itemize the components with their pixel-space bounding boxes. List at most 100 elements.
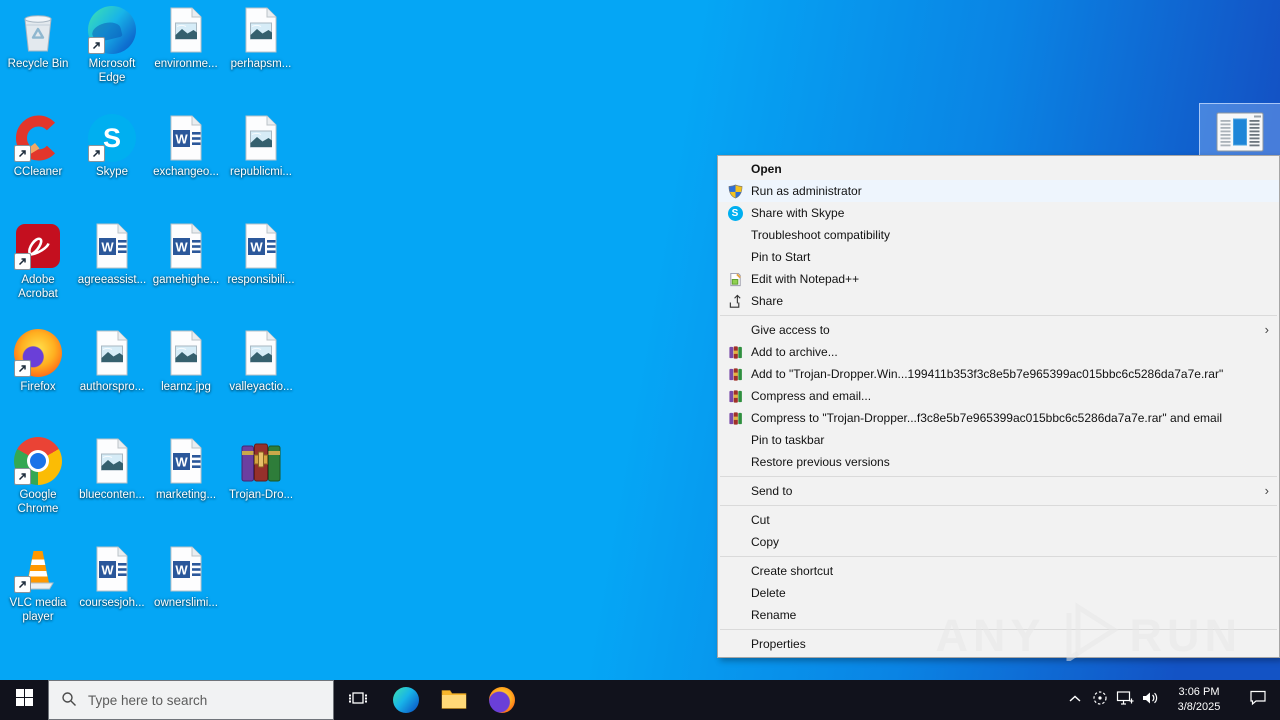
task-view-icon — [348, 689, 368, 712]
desktop-icon-blueconten[interactable]: blueconten... — [75, 437, 149, 502]
menu-item-run-as-administrator[interactable]: Run as administrator — [718, 180, 1279, 202]
menu-item-pin-to-taskbar[interactable]: Pin to taskbar — [718, 429, 1279, 451]
desktop-icon-learnz-jpg[interactable]: learnz.jpg — [149, 329, 223, 394]
svg-text:W: W — [175, 240, 188, 255]
search-input[interactable]: Type here to search — [48, 680, 334, 720]
menu-item-label: Troubleshoot compatibility — [751, 228, 890, 242]
desktop-icon-responsibili[interactable]: Wresponsibili... — [224, 222, 298, 287]
tray-volume[interactable] — [1137, 680, 1162, 720]
menu-item-share-with-skype[interactable]: S Share with Skype — [718, 202, 1279, 224]
tray-sandbox-agent[interactable] — [1087, 680, 1112, 720]
ccleaner-icon — [14, 114, 62, 162]
desktop-icon-google-chrome[interactable]: Google Chrome — [1, 437, 75, 517]
desktop-icon-label: VLC media player — [9, 597, 67, 624]
menu-separator — [720, 629, 1277, 630]
taskbar-button-firefox[interactable] — [478, 680, 526, 720]
desktop-icon-trojan-dro[interactable]: Trojan-Dro... — [224, 437, 298, 502]
taskbar-clock[interactable]: 3:06 PM 3/8/2025 — [1162, 685, 1236, 716]
menu-item-delete[interactable]: Delete — [718, 582, 1279, 604]
menu-item-add-to-archive[interactable]: Add to archive... — [718, 341, 1279, 363]
menu-item-label: Share — [751, 294, 784, 308]
desktop-icon-label: Skype — [96, 166, 128, 178]
menu-item-open[interactable]: Open — [718, 158, 1279, 180]
desktop-icon-agreeassist[interactable]: Wagreeassist... — [75, 222, 149, 287]
desktop-icon-skype[interactable]: S Skype — [75, 114, 149, 179]
taskbar-button-task-view[interactable] — [334, 680, 382, 720]
share-icon — [727, 293, 743, 309]
desktop-icon-environme[interactable]: environme... — [149, 6, 223, 71]
desktop-icon-vlc-media-player[interactable]: VLC media player — [1, 545, 75, 625]
desktop-icon-label: authorspro... — [79, 381, 145, 393]
shortcut-arrow-icon — [88, 145, 105, 162]
notepad-icon — [727, 271, 743, 287]
desktop-icon-adobe-acrobat[interactable]: Adobe Acrobat — [1, 222, 75, 302]
menu-item-label: Create shortcut — [751, 564, 834, 578]
taskbar-button-edge[interactable] — [382, 680, 430, 720]
shortcut-arrow-icon — [14, 576, 31, 593]
shortcut-arrow-icon — [14, 360, 31, 377]
menu-item-label: Delete — [751, 586, 786, 600]
svg-text:W: W — [250, 240, 263, 255]
desktop-icon-ownerslimi[interactable]: Wownerslimi... — [149, 545, 223, 610]
desktop-icon-label: Google Chrome — [17, 489, 59, 516]
desktop-icon-authorspro[interactable]: authorspro... — [75, 329, 149, 394]
winrar-icon — [727, 344, 743, 360]
desktop-icon-coursesjoh[interactable]: Wcoursesjoh... — [75, 545, 149, 610]
menu-item-edit-with-notepad[interactable]: Edit with Notepad++ — [718, 268, 1279, 290]
menu-item-troubleshoot-compatibility[interactable]: Troubleshoot compatibility — [718, 224, 1279, 246]
desktop-icon-label: perhapsm... — [230, 58, 292, 70]
image-file-icon — [88, 329, 136, 377]
menu-item-compress-to-trojan-dropper-f3c8e5b[interactable]: Compress to "Trojan-Dropper...f3c8e5b7e9… — [718, 407, 1279, 429]
desktop-icon-label: Recycle Bin — [7, 58, 69, 70]
word-doc-icon: W — [237, 222, 285, 270]
svg-text:W: W — [101, 240, 114, 255]
menu-item-label: Open — [751, 162, 782, 176]
menu-item-share[interactable]: Share — [718, 290, 1279, 312]
desktop-icon-perhapsm[interactable]: perhapsm... — [224, 6, 298, 71]
tray-network[interactable] — [1112, 680, 1137, 720]
sandbox-agent-icon — [1092, 690, 1108, 711]
menu-item-copy[interactable]: Copy — [718, 531, 1279, 553]
menu-item-label: Add to archive... — [751, 345, 838, 359]
desktop-icon-microsoft-edge[interactable]: Microsoft Edge — [75, 6, 149, 86]
menu-item-pin-to-start[interactable]: Pin to Start — [718, 246, 1279, 268]
menu-item-create-shortcut[interactable]: Create shortcut — [718, 560, 1279, 582]
menu-item-restore-previous-versions[interactable]: Restore previous versions — [718, 451, 1279, 473]
menu-item-cut[interactable]: Cut — [718, 509, 1279, 531]
desktop-icon-label: Microsoft Edge — [88, 58, 136, 85]
image-file-icon — [237, 6, 285, 54]
firefox-icon — [489, 687, 515, 713]
desktop-icon-label: republicmi... — [230, 166, 292, 178]
menu-item-add-to-trojan-dropper-win-199411b3[interactable]: Add to "Trojan-Dropper.Win...199411b353f… — [718, 363, 1279, 385]
desktop-icon-firefox[interactable]: Firefox — [1, 329, 75, 394]
menu-separator — [720, 476, 1277, 477]
shortcut-arrow-icon — [14, 468, 31, 485]
menu-item-rename[interactable]: Rename — [718, 604, 1279, 626]
desktop-icon-label: learnz.jpg — [161, 381, 211, 393]
desktop-icon-ccleaner[interactable]: CCleaner — [1, 114, 75, 179]
start-button[interactable] — [0, 680, 48, 720]
tray-icons — [1062, 680, 1162, 720]
edge-icon — [88, 6, 136, 54]
desktop-icon-gamehighe[interactable]: Wgamehighe... — [149, 222, 223, 287]
taskbar-buttons — [334, 680, 526, 720]
desktop-icon-recycle-bin[interactable]: Recycle Bin — [1, 6, 75, 71]
desktop-icon-exchangeo[interactable]: Wexchangeo... — [149, 114, 223, 179]
word-doc-icon: W — [162, 114, 210, 162]
menu-item-compress-and-email[interactable]: Compress and email... — [718, 385, 1279, 407]
chevron-right-icon: › — [1264, 483, 1269, 498]
menu-item-give-access-to[interactable]: Give access to › — [718, 319, 1279, 341]
svg-text:W: W — [175, 132, 188, 147]
action-center-button[interactable] — [1236, 680, 1280, 720]
clock-date: 3/8/2025 — [1177, 701, 1221, 713]
menu-item-properties[interactable]: Properties — [718, 633, 1279, 655]
taskbar-button-file-explorer[interactable] — [430, 680, 478, 720]
menu-item-send-to[interactable]: Send to › — [718, 480, 1279, 502]
chrome-icon — [14, 437, 62, 485]
desktop-icon-valleyactio[interactable]: valleyactio... — [224, 329, 298, 394]
desktop-icon-republicmi[interactable]: republicmi... — [224, 114, 298, 179]
menu-item-label: Rename — [751, 608, 797, 622]
tray-chevron-up[interactable] — [1062, 680, 1087, 720]
acrobat-icon — [14, 222, 62, 270]
desktop-icon-marketing[interactable]: Wmarketing... — [149, 437, 223, 502]
